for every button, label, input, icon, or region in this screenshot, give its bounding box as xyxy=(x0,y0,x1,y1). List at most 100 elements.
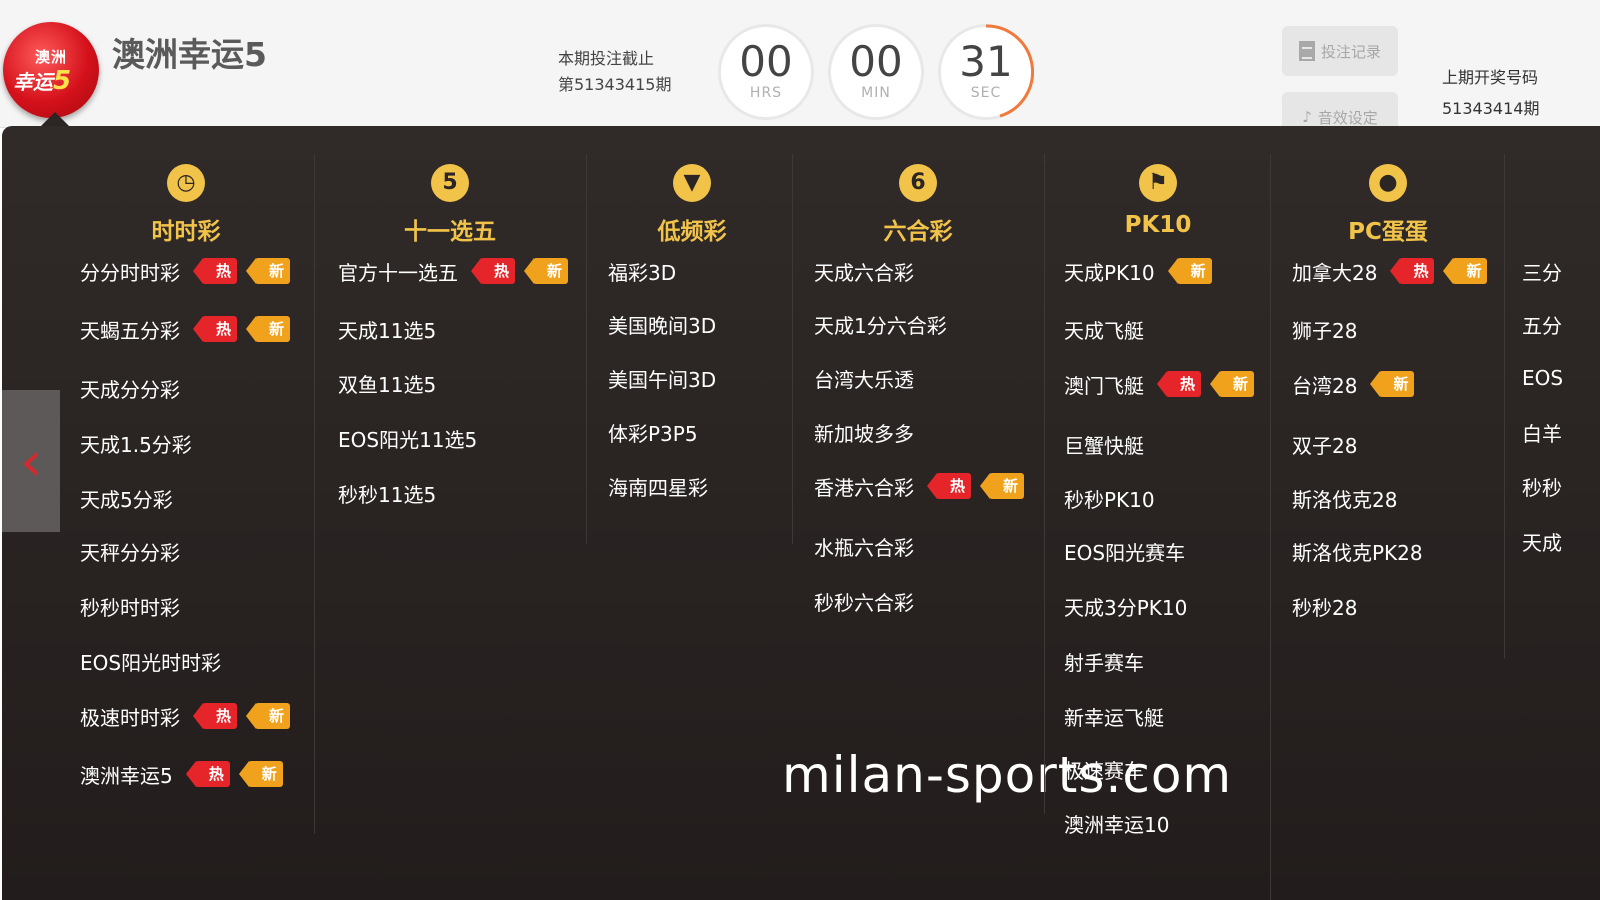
game-link[interactable]: 天成 xyxy=(1522,513,1562,569)
timer-minutes-value: 00 xyxy=(849,37,903,86)
game-link[interactable]: 新幸运飞艇 xyxy=(1064,688,1164,744)
game-link[interactable]: 双子28 xyxy=(1292,416,1357,472)
game-link[interactable]: EOS阳光赛车 xyxy=(1064,523,1185,579)
category-header-5[interactable]: ● PC蛋蛋 xyxy=(1308,164,1468,246)
game-name: 三分 xyxy=(1522,260,1562,285)
category-header-1[interactable]: 5 十一选五 xyxy=(370,164,530,246)
game-link[interactable]: 三分 xyxy=(1522,243,1562,299)
game-name: 美国晚间3D xyxy=(608,313,717,338)
game-logo: 澳洲 幸运5 xyxy=(3,22,99,118)
game-link[interactable]: EOS阳光时时彩 xyxy=(80,633,221,689)
game-name: 五分 xyxy=(1522,313,1562,338)
game-name: 斯洛伐克PK28 xyxy=(1292,540,1423,565)
game-menu-panel: ‹ milan-sports.com ◷ 时时彩 分分时时彩热新天蝎五分彩热新天成分… xyxy=(2,126,1600,900)
game-link[interactable]: 澳洲幸运5 热新 xyxy=(80,746,283,802)
category-header-2[interactable]: ▼ 低频彩 xyxy=(612,164,772,246)
game-name: 天成1分六合彩 xyxy=(814,313,947,338)
category-name: 十一选五 xyxy=(404,219,496,245)
game-name: 天蝎五分彩 xyxy=(80,318,180,343)
game-link[interactable]: EOS xyxy=(1522,350,1563,406)
game-name: 澳洲幸运5 xyxy=(80,763,173,788)
game-name: 秒秒11选5 xyxy=(338,482,437,507)
game-link[interactable]: 天成分分彩 xyxy=(80,360,180,416)
game-link[interactable]: 天成1分六合彩 xyxy=(814,296,947,352)
game-link[interactable]: 斯洛伐克28 xyxy=(1292,470,1397,526)
category-name: PK10 xyxy=(1124,212,1192,238)
game-link[interactable]: 加拿大28 热新 xyxy=(1292,243,1488,299)
game-link[interactable]: 分分时时彩热新 xyxy=(80,243,291,299)
game-link[interactable]: 秒秒28 xyxy=(1292,578,1357,634)
timer-hours: 00 HRS xyxy=(718,24,814,120)
game-link[interactable]: 巨蟹快艇 xyxy=(1064,416,1144,472)
game-link[interactable]: 美国午间3D xyxy=(608,350,716,406)
game-link[interactable]: 秒秒PK10 xyxy=(1064,470,1155,526)
game-link[interactable]: 天成1.5分彩 xyxy=(80,415,192,471)
deadline-label: 本期投注截止 xyxy=(558,49,655,68)
game-name: 澳洲幸运10 xyxy=(1064,812,1170,837)
game-link[interactable]: 五分 xyxy=(1522,296,1562,352)
column-divider xyxy=(1504,154,1505,659)
game-link[interactable]: 天成飞艇 xyxy=(1064,301,1144,357)
hot-badge: 热 xyxy=(192,316,238,342)
diamond-icon: ▼ xyxy=(673,164,711,202)
game-link[interactable]: 射手赛车 xyxy=(1064,633,1144,689)
game-link[interactable]: 新加坡多多 xyxy=(814,404,914,460)
game-link[interactable]: 极速赛车 xyxy=(1064,741,1144,797)
game-link[interactable]: 台湾28 新 xyxy=(1292,356,1415,412)
game-name: 秒秒PK10 xyxy=(1064,487,1155,512)
category-header-3[interactable]: 6 六合彩 xyxy=(838,164,998,246)
period-number: 第51343415期 xyxy=(558,75,672,94)
game-link[interactable]: 天秤分分彩 xyxy=(80,523,180,579)
lottery-balls-icon: 5 xyxy=(431,164,469,202)
game-name: 天成飞艇 xyxy=(1064,318,1144,343)
new-badge: 新 xyxy=(1443,258,1488,284)
game-link[interactable]: 秒秒六合彩 xyxy=(814,573,914,629)
game-link[interactable]: 官方十一选五热新 xyxy=(338,243,569,299)
game-link[interactable]: 天成11选5 xyxy=(338,301,436,357)
game-link[interactable]: 天成PK10 新 xyxy=(1064,243,1212,299)
game-link[interactable]: 天成5分彩 xyxy=(80,470,173,526)
game-link[interactable]: 秒秒 xyxy=(1522,458,1562,514)
game-link[interactable]: 天成3分PK10 xyxy=(1064,578,1187,634)
game-link[interactable]: 极速时时彩热新 xyxy=(80,688,291,744)
game-link[interactable]: 香港六合彩热新 xyxy=(814,458,1025,514)
game-name: 双子28 xyxy=(1292,433,1358,458)
game-link[interactable]: 台湾大乐透 xyxy=(814,350,914,406)
category-name: 低频彩 xyxy=(657,219,727,245)
game-link[interactable]: 秒秒11选5 xyxy=(338,465,436,521)
game-name: 极速赛车 xyxy=(1064,758,1144,783)
game-header: 澳洲 幸运5 澳洲幸运5 本期投注截止 第51343415期 00 HRS 00… xyxy=(0,0,1600,142)
bet-record-button[interactable]: 投注记录 xyxy=(1282,26,1398,76)
game-link[interactable]: 福彩3D xyxy=(608,243,676,299)
prev-page-button[interactable]: ‹ xyxy=(2,390,60,532)
game-link[interactable]: 海南四星彩 xyxy=(608,458,708,514)
game-name: 天成分分彩 xyxy=(80,377,180,402)
game-link[interactable]: 水瓶六合彩 xyxy=(814,518,914,574)
game-link[interactable]: 体彩P3P5 xyxy=(608,404,698,460)
game-link[interactable]: 秒秒时时彩 xyxy=(80,578,180,634)
game-name: 海南四星彩 xyxy=(608,475,708,500)
category-header-0[interactable]: ◷ 时时彩 xyxy=(106,164,266,246)
hot-badge: 热 xyxy=(1390,258,1435,284)
bet-record-label: 投注记录 xyxy=(1320,42,1381,61)
game-link[interactable]: 澳门飞艇热新 xyxy=(1064,356,1255,412)
game-link[interactable]: EOS阳光11选5 xyxy=(338,410,477,466)
game-name: 天成5分彩 xyxy=(80,487,173,512)
new-badge: 新 xyxy=(246,258,291,284)
game-link[interactable]: 白羊 xyxy=(1522,404,1562,460)
deadline-info: 本期投注截止 第51343415期 xyxy=(558,46,671,98)
game-link[interactable]: 天成六合彩 xyxy=(814,243,914,299)
game-link[interactable]: 双鱼11选5 xyxy=(338,355,436,411)
hot-badge: 热 xyxy=(185,761,230,787)
game-link[interactable]: 斯洛伐克PK28 xyxy=(1292,523,1423,579)
timer-minutes: 00 MIN xyxy=(828,24,924,120)
game-link[interactable]: 天蝎五分彩热新 xyxy=(80,301,291,357)
game-name: 官方十一选五 xyxy=(338,260,458,285)
game-link[interactable]: 狮子28 xyxy=(1292,301,1357,357)
game-link[interactable]: 澳洲幸运10 xyxy=(1064,795,1169,851)
game-name: 台湾大乐透 xyxy=(814,367,914,392)
category-header-4[interactable]: ⚑ PK10 xyxy=(1078,164,1238,238)
game-name: 天秤分分彩 xyxy=(80,540,180,565)
hot-badge: 热 xyxy=(192,703,238,729)
game-link[interactable]: 美国晚间3D xyxy=(608,296,716,352)
